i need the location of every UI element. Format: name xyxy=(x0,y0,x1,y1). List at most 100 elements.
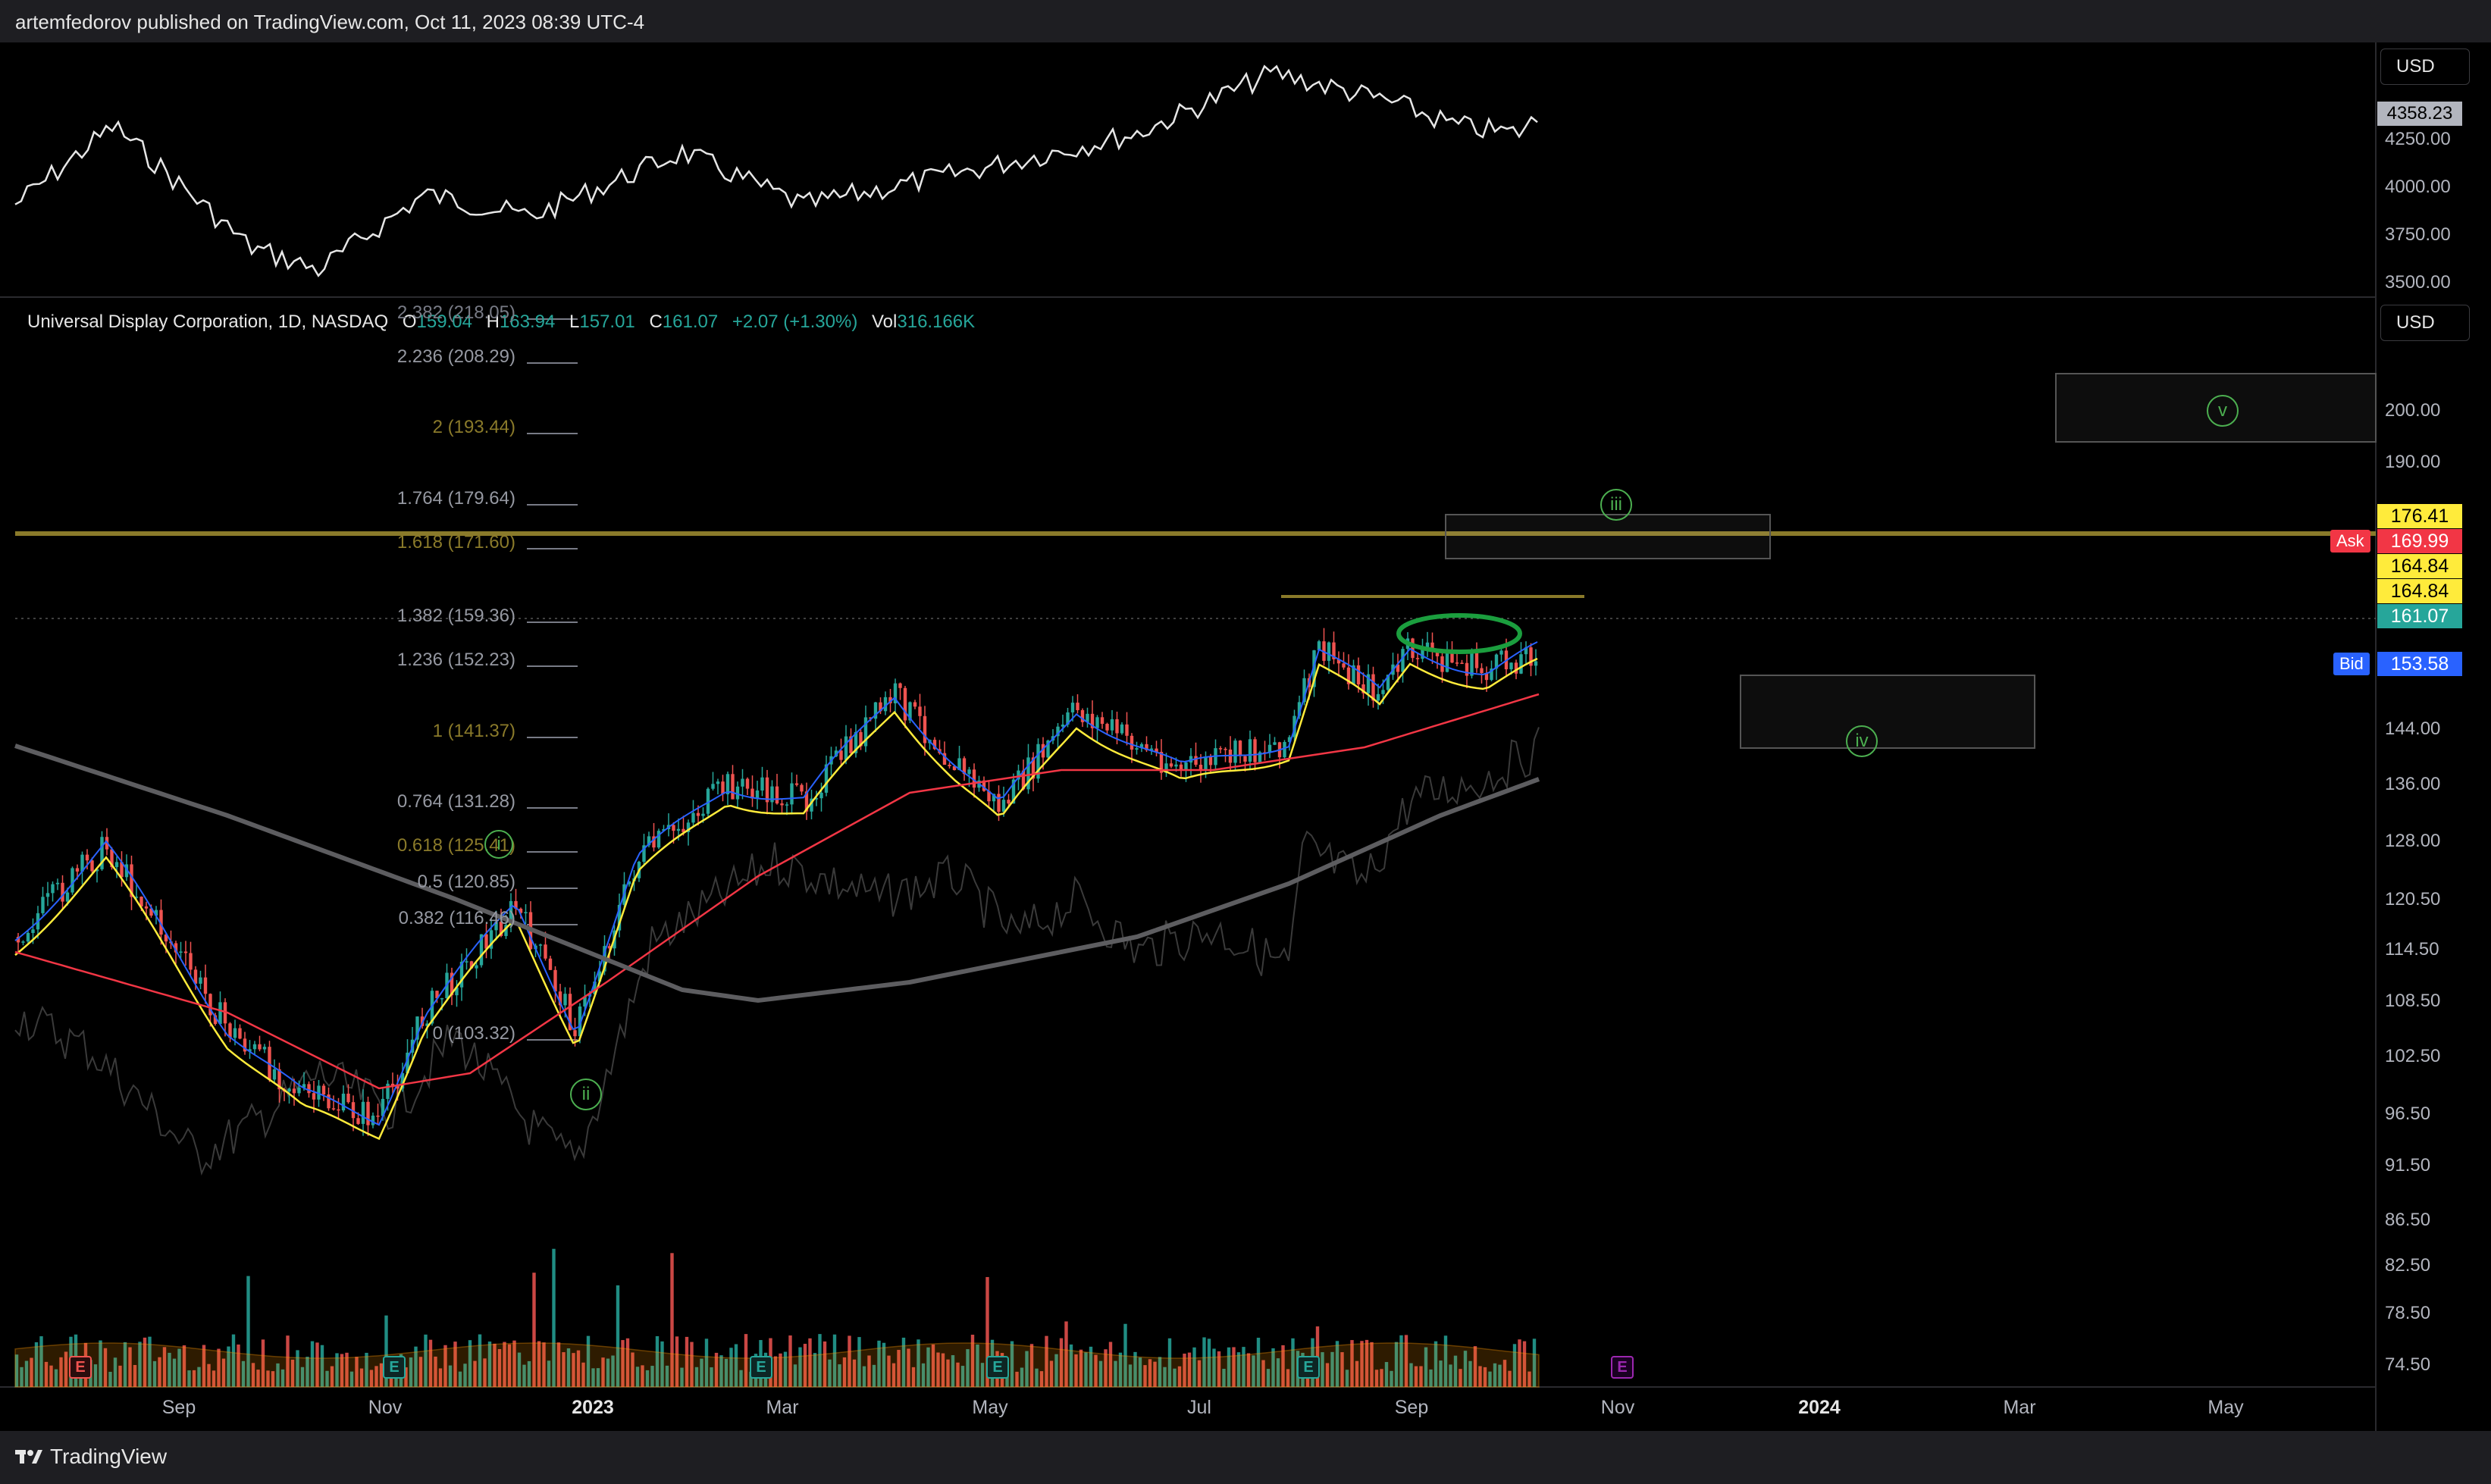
fib-level-label: 2.236 (208.29) xyxy=(396,346,515,367)
bid-price-tag: 153.58 xyxy=(2377,652,2462,676)
candle-body xyxy=(794,783,799,785)
candle-body xyxy=(1130,735,1134,750)
volume-label: Vol xyxy=(872,312,898,332)
candle-body xyxy=(1460,662,1464,664)
fib-level-label: 2 (193.44) xyxy=(432,417,515,437)
candle-body xyxy=(1342,663,1346,668)
chart-area[interactable]: Universal Display Corporation, 1D, NASDA… xyxy=(0,42,2491,1431)
wave-v-label[interactable]: v xyxy=(2207,395,2239,427)
candle-body xyxy=(90,860,94,872)
time-axis-label: Nov xyxy=(1600,1397,1635,1418)
candle-body xyxy=(262,1047,267,1050)
candle-body xyxy=(1218,748,1223,750)
candle-body xyxy=(1070,703,1075,712)
candle-body xyxy=(287,1088,291,1092)
candle-body xyxy=(785,804,789,806)
candle-body xyxy=(346,1094,350,1103)
candle-body xyxy=(839,750,843,760)
candle-body xyxy=(696,812,700,816)
candle-body xyxy=(923,715,927,744)
candle-body xyxy=(716,781,720,784)
candle-body xyxy=(1253,739,1257,762)
time-axis-label: May xyxy=(972,1397,1008,1418)
main-scale-label: 114.50 xyxy=(2385,939,2439,960)
ask-label: Ask xyxy=(2330,530,2370,553)
candle-body xyxy=(573,1030,577,1037)
candle-body xyxy=(676,828,681,831)
candle-body xyxy=(672,825,675,831)
candle-body xyxy=(1273,742,1277,745)
candle-body xyxy=(711,784,715,789)
main-scale-label: 82.50 xyxy=(2385,1255,2431,1276)
wave-i-label[interactable]: i xyxy=(484,830,513,859)
candle-body xyxy=(524,912,528,913)
candle-body xyxy=(272,1069,277,1080)
candle-body xyxy=(55,882,60,884)
upper-scale-label: 3750.00 xyxy=(2385,224,2451,245)
wave-iii-label[interactable]: iii xyxy=(1600,489,1632,521)
ema-mid-line xyxy=(14,657,1538,1141)
candle-body xyxy=(691,812,695,823)
candle-body xyxy=(356,1118,360,1124)
candle-body xyxy=(538,944,543,946)
candle-body xyxy=(1194,756,1198,765)
candle-body xyxy=(548,958,553,970)
candle-body xyxy=(1105,724,1109,731)
candle-body xyxy=(1509,662,1513,670)
candle-body xyxy=(70,868,74,893)
fib-level-label: 0.5 (120.85) xyxy=(417,872,515,892)
candle-body xyxy=(800,784,804,792)
tradingview-brand[interactable]: TradingView xyxy=(15,1445,167,1469)
fib-level-label: 0 (103.32) xyxy=(432,1023,515,1044)
brand-name: TradingView xyxy=(50,1445,168,1468)
candle-body xyxy=(1076,703,1079,710)
upcoming-earnings-marker[interactable]: E xyxy=(1611,1356,1634,1379)
fib-level-label: 2.382 (218.05) xyxy=(396,302,515,323)
candle-body xyxy=(735,786,740,800)
candle-body xyxy=(1095,717,1099,728)
time-axis-label: Sep xyxy=(1394,1397,1429,1418)
candle-body xyxy=(1238,740,1242,756)
close-label: C xyxy=(649,312,663,332)
earnings-marker[interactable]: E xyxy=(1297,1356,1320,1379)
time-axis-label: Jul xyxy=(1187,1397,1211,1418)
fib-level-label: 1.618 (171.60) xyxy=(396,532,515,553)
candle-body xyxy=(1421,649,1424,659)
main-scale-label: 74.50 xyxy=(2385,1354,2431,1375)
fib-level-label: 0.618 (125.41) xyxy=(396,835,515,856)
consolidation-ellipse xyxy=(1396,613,1522,654)
candle-body xyxy=(1267,744,1272,753)
candle-body xyxy=(1283,741,1286,758)
candle-body xyxy=(1499,650,1503,655)
main-scale-label: 144.00 xyxy=(2385,719,2441,739)
last-price-tag: 161.07 xyxy=(2377,604,2462,628)
earnings-marker[interactable]: E xyxy=(986,1356,1009,1379)
candle-body xyxy=(1356,665,1361,684)
candle-body xyxy=(741,778,744,787)
earnings-marker[interactable]: E xyxy=(383,1356,406,1379)
upper-scale-label: 4250.00 xyxy=(2385,129,2451,149)
earnings-marker[interactable]: E xyxy=(69,1356,92,1379)
upper-currency-button[interactable]: USD xyxy=(2380,49,2470,85)
candle-body xyxy=(1480,668,1484,674)
main-scale-label: 78.50 xyxy=(2385,1303,2431,1323)
wave-iv-label[interactable]: iv xyxy=(1846,725,1878,757)
time-axis-label: Mar xyxy=(2003,1397,2036,1418)
main-currency-button[interactable]: USD xyxy=(2380,305,2470,341)
earnings-marker[interactable]: E xyxy=(750,1356,772,1379)
time-axis-label: Sep xyxy=(161,1397,196,1418)
candle-body xyxy=(45,893,50,897)
fib-level-label: 1.764 (179.64) xyxy=(396,488,515,509)
candle-body xyxy=(371,1115,375,1126)
candle-body xyxy=(1248,739,1252,762)
candle-body xyxy=(1125,724,1129,736)
main-scale-label: 190.00 xyxy=(2385,452,2441,472)
tradingview-logo-icon xyxy=(15,1450,42,1464)
main-scale-label: 200.00 xyxy=(2385,400,2441,421)
wave-ii-label[interactable]: ii xyxy=(570,1079,602,1110)
candle-body xyxy=(1474,653,1479,668)
candle-body xyxy=(238,1028,242,1039)
time-axis-label: 2023 xyxy=(572,1397,614,1418)
low-value: 157.01 xyxy=(579,312,635,332)
candle-body xyxy=(440,998,444,1000)
